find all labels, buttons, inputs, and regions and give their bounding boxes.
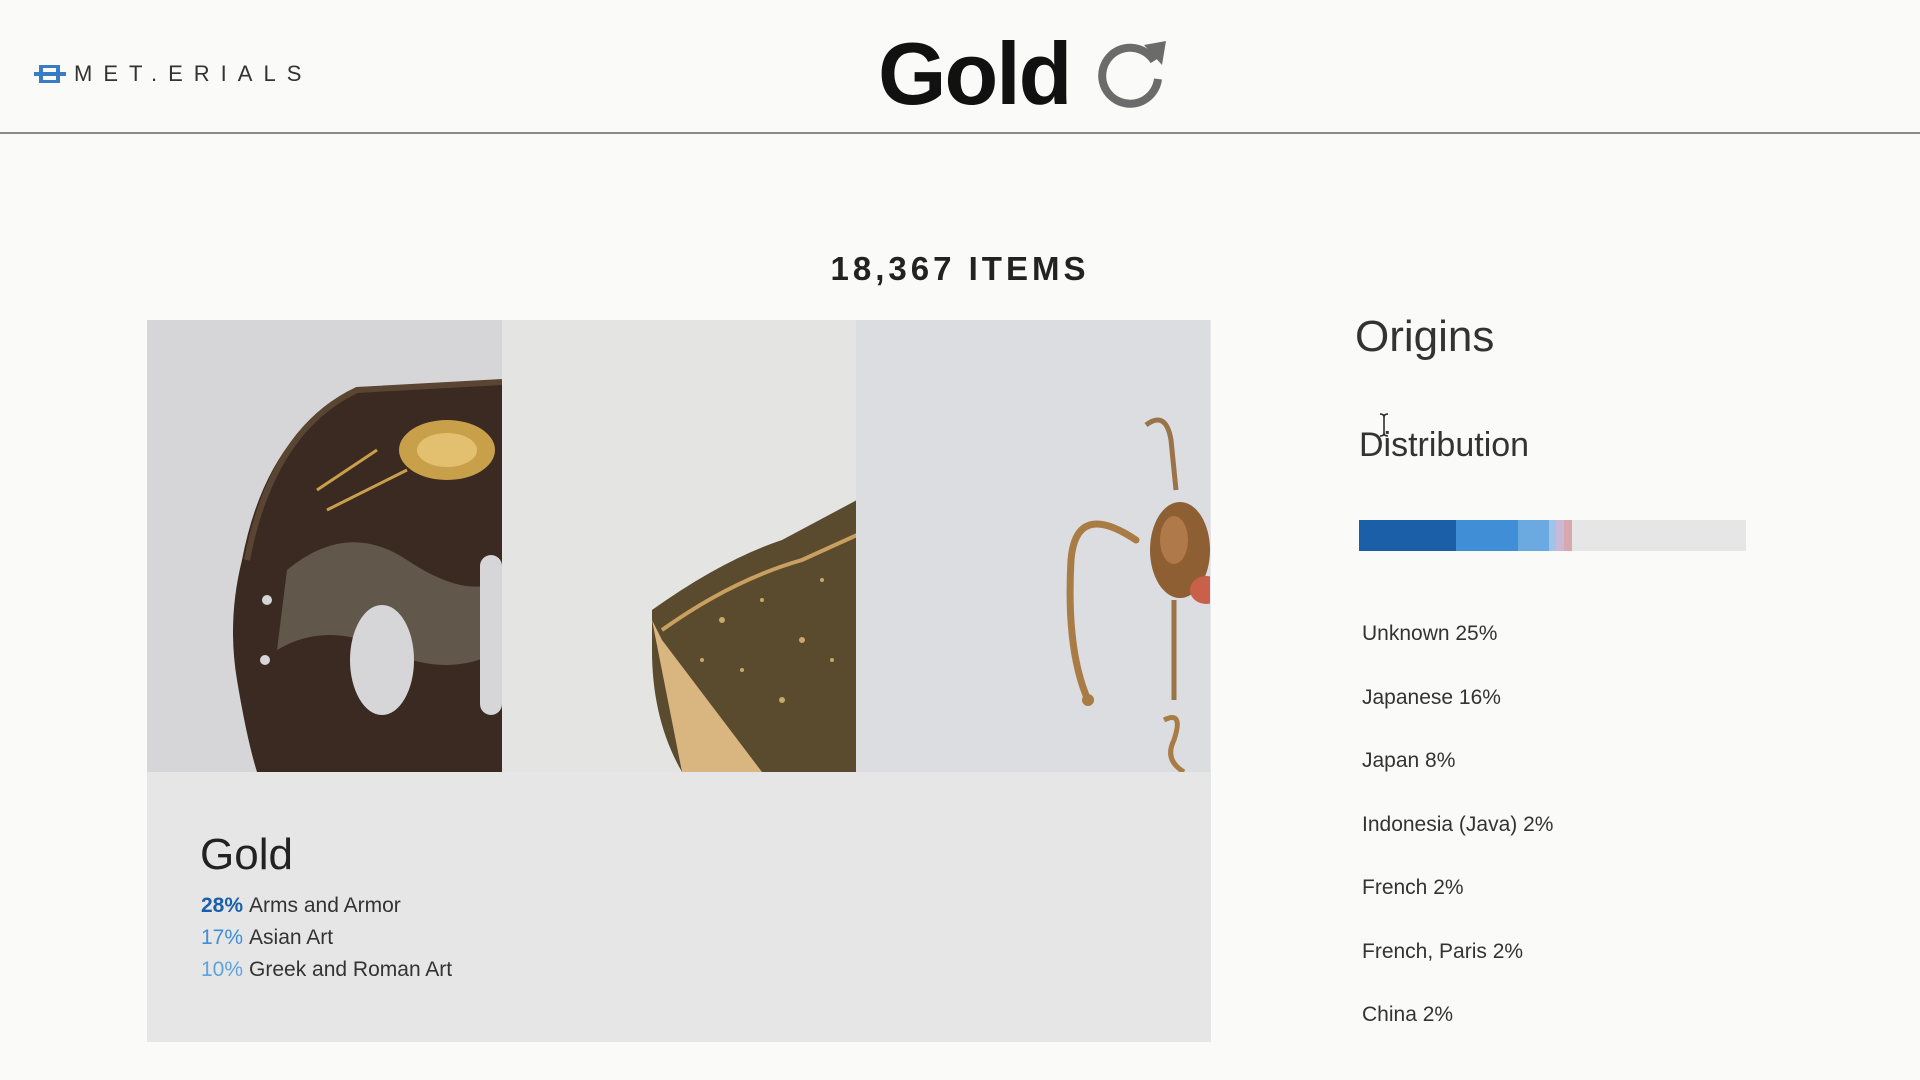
distribution-segment[interactable] bbox=[1556, 520, 1565, 551]
department-percent: 10% bbox=[201, 958, 244, 981]
distribution-bar bbox=[1359, 520, 1746, 551]
gold-earring-image[interactable] bbox=[856, 320, 1211, 772]
distribution-segment[interactable] bbox=[1517, 520, 1549, 551]
logo[interactable]: MET.ERIALS bbox=[34, 59, 312, 89]
distribution-segment[interactable] bbox=[1564, 520, 1572, 551]
lacquer-box-image[interactable] bbox=[501, 320, 857, 772]
header: MET.ERIALS Gold bbox=[0, 0, 1920, 134]
card-title: Gold bbox=[200, 830, 293, 879]
origin-item[interactable]: Japanese 16% bbox=[1362, 684, 1553, 748]
origin-item[interactable]: China 2% bbox=[1362, 1001, 1553, 1065]
origins-title: Origins bbox=[1355, 312, 1495, 361]
origin-item[interactable]: Unknown 25% bbox=[1362, 620, 1553, 684]
page-title: Gold bbox=[878, 24, 1072, 123]
department-label: Greek and Roman Art bbox=[249, 958, 453, 981]
department-label: Asian Art bbox=[249, 926, 334, 949]
department-row[interactable]: 17% Asian Art bbox=[201, 922, 452, 954]
refresh-icon[interactable] bbox=[1092, 35, 1170, 113]
department-row[interactable]: 28% Arms and Armor bbox=[201, 890, 452, 922]
logo-text: MET.ERIALS bbox=[74, 61, 313, 86]
department-list: 28% Arms and Armor 17% Asian Art 10% Greek … bbox=[201, 890, 452, 986]
logo-icon bbox=[34, 63, 66, 85]
material-card[interactable]: Gold 28% Arms and Armor 17% Asian Art 10% G… bbox=[147, 320, 1211, 1042]
origin-item[interactable]: Japan 8% bbox=[1362, 747, 1553, 811]
text-cursor-icon bbox=[1379, 413, 1389, 437]
department-percent: 17% bbox=[201, 926, 244, 949]
department-label: Arms and Armor bbox=[249, 894, 401, 917]
origin-item[interactable]: French 2% bbox=[1362, 874, 1553, 938]
department-row[interactable]: 10% Greek and Roman Art bbox=[201, 954, 452, 986]
origin-item[interactable]: Indonesia (Java) 2% bbox=[1362, 811, 1553, 875]
department-percent: 28% bbox=[201, 894, 244, 917]
origin-item[interactable]: French, Paris 2% bbox=[1362, 938, 1553, 1002]
thumbnail-strip bbox=[147, 320, 1211, 772]
sword-guard-image[interactable] bbox=[147, 320, 502, 772]
origin-list: Unknown 25% Japanese 16% Japan 8% Indone… bbox=[1362, 620, 1553, 1065]
distribution-segment[interactable] bbox=[1548, 520, 1557, 551]
distribution-segment[interactable] bbox=[1455, 520, 1518, 551]
distribution-segment[interactable] bbox=[1571, 520, 1746, 551]
items-count: 18,367 ITEMS bbox=[830, 250, 1090, 287]
distribution-segment[interactable] bbox=[1359, 520, 1456, 551]
